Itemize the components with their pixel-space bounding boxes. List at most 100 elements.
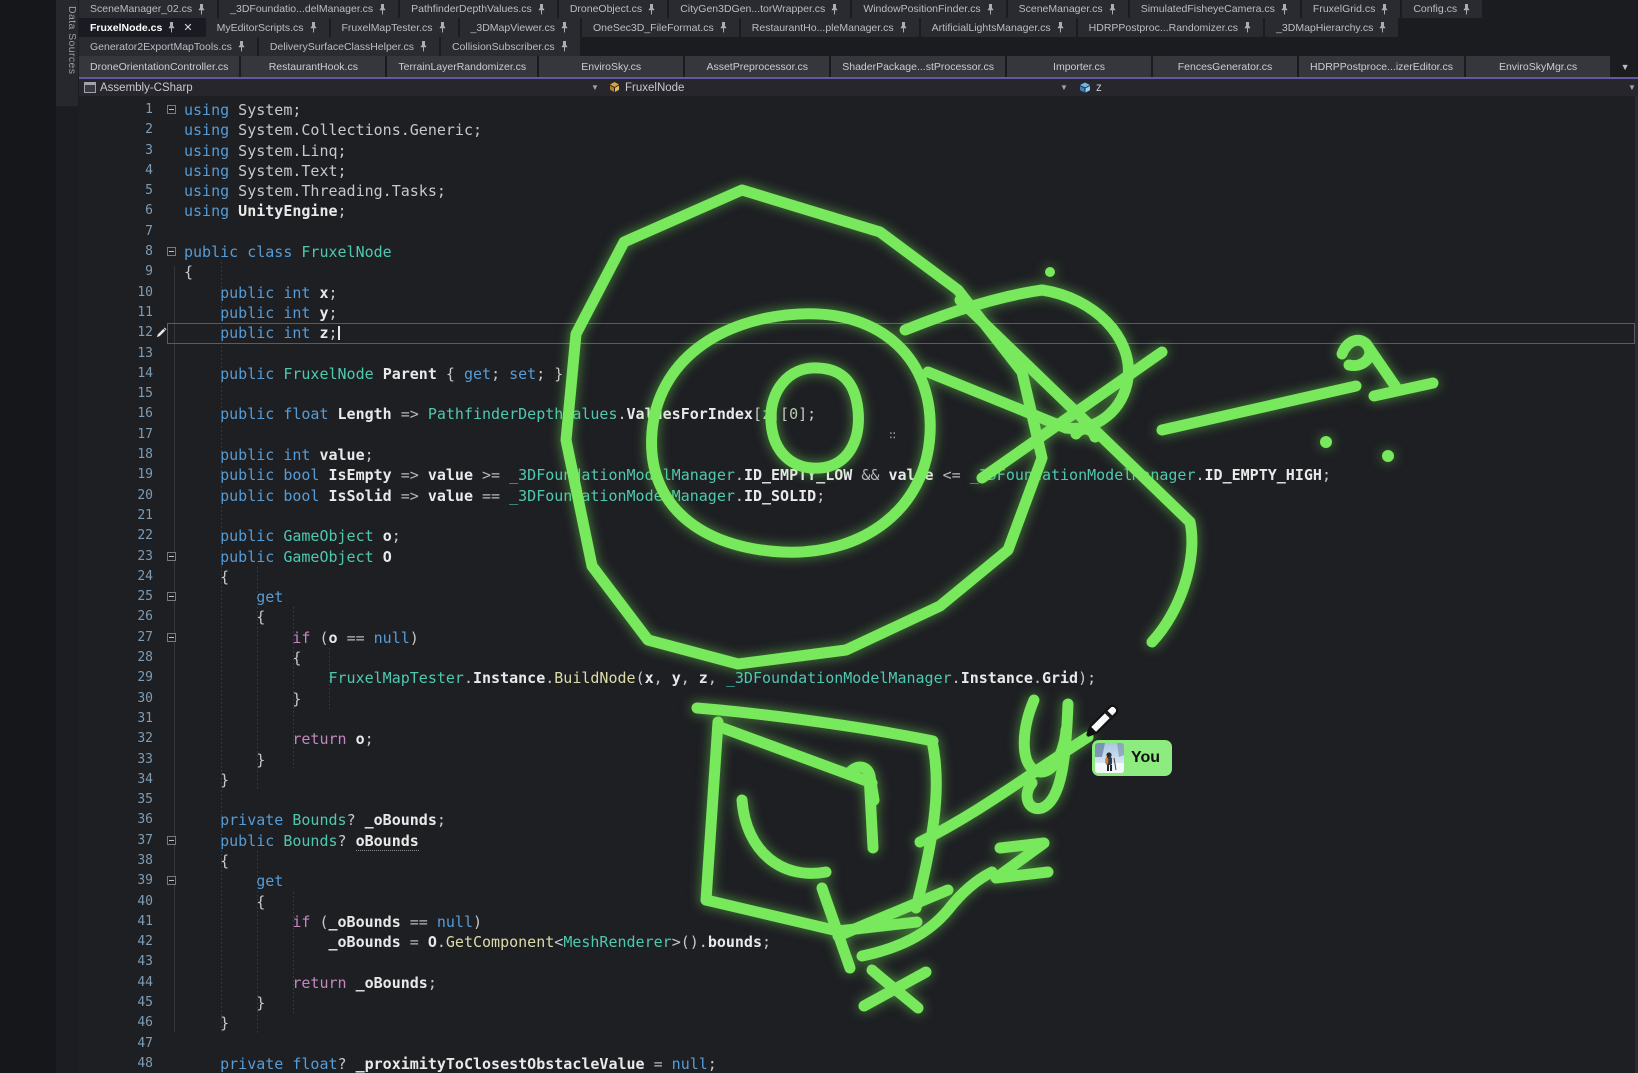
pin-icon[interactable] xyxy=(167,22,176,33)
close-icon[interactable]: ✕ xyxy=(183,21,192,34)
code-line: 41 if (_oBounds == null) xyxy=(79,912,1638,932)
pin-icon[interactable] xyxy=(830,4,839,15)
chevron-down-icon: ▼ xyxy=(591,83,599,92)
code-editor[interactable]: 1using System;2using System.Collections.… xyxy=(79,96,1638,1073)
type-dropdown[interactable]: FruxelNode xyxy=(608,79,684,96)
fold-marker[interactable] xyxy=(167,105,176,114)
pin-icon[interactable] xyxy=(647,4,656,15)
member-dropdown-caret[interactable]: ▼ xyxy=(1060,79,1068,96)
indent-guide xyxy=(257,851,258,1034)
code-line: 22 public GameObject o; xyxy=(79,526,1638,546)
document-tab[interactable]: FruxelGrid.cs xyxy=(1302,0,1400,18)
tab-label: Importer.cs xyxy=(1053,61,1105,73)
document-tab[interactable]: Importer.cs xyxy=(1007,56,1151,77)
document-tab[interactable]: FencesGenerator.cs xyxy=(1153,56,1297,77)
pin-icon[interactable] xyxy=(1108,4,1117,15)
pin-icon[interactable] xyxy=(237,41,246,52)
code-line: 4using System.Text; xyxy=(79,161,1638,181)
pin-icon[interactable] xyxy=(419,41,428,52)
document-tab[interactable]: EnviroSkyMgr.cs xyxy=(1466,56,1610,77)
document-tab[interactable]: FruxelNode.cs✕ xyxy=(79,18,204,37)
line-number: 47 xyxy=(79,1034,153,1054)
document-tab[interactable]: CityGen3DGen...torWrapper.cs xyxy=(669,0,850,18)
pin-icon[interactable] xyxy=(1378,22,1387,33)
document-tab[interactable]: DeliverySurfaceClassHelper.cs xyxy=(259,37,439,56)
document-tab[interactable]: DroneOrientationController.cs xyxy=(79,56,239,77)
tab-row-4: DroneOrientationController.csRestaurantH… xyxy=(79,56,1638,77)
document-tab[interactable]: _3DMapViewer.cs xyxy=(460,18,580,37)
document-tab[interactable]: TerrainLayerRandomizer.cs xyxy=(387,56,537,77)
document-tab[interactable]: OneSec3D_FileFormat.cs xyxy=(582,18,739,37)
code-line: 19 public bool IsEmpty => value >= _3DFo… xyxy=(79,465,1638,485)
pin-icon[interactable] xyxy=(986,4,995,15)
document-tab[interactable]: WindowPositionFinder.cs xyxy=(852,0,1005,18)
document-tab[interactable]: CollisionSubscriber.cs xyxy=(441,37,580,56)
pin-icon[interactable] xyxy=(560,41,569,52)
document-tab[interactable]: AssetPreprocessor.cs xyxy=(685,56,829,77)
chevron-down-icon: ▼ xyxy=(1628,83,1636,92)
pin-icon[interactable] xyxy=(1462,4,1471,15)
data-sources-tab[interactable]: Data Sources xyxy=(56,0,78,106)
pin-icon[interactable] xyxy=(438,22,447,33)
line-number: 7 xyxy=(79,222,153,242)
document-tab[interactable]: SceneManager.cs xyxy=(1008,0,1128,18)
pin-icon[interactable] xyxy=(719,22,728,33)
tab-label: FruxelMapTester.cs xyxy=(342,22,433,34)
pin-icon[interactable] xyxy=(1280,4,1289,15)
fold-marker[interactable] xyxy=(167,633,176,642)
fold-marker[interactable] xyxy=(167,552,176,561)
fold-marker[interactable] xyxy=(167,592,176,601)
inline-hint-glyph: ∷ xyxy=(889,428,896,442)
class-icon xyxy=(608,81,621,94)
document-tab[interactable]: _3DMapHierarchy.cs xyxy=(1265,18,1398,37)
tab-overflow-button[interactable]: ▼ xyxy=(1612,56,1638,77)
pin-icon[interactable] xyxy=(378,4,387,15)
document-tab[interactable]: HDRPPostproce...izerEditor.cs xyxy=(1299,56,1464,77)
pin-icon[interactable] xyxy=(899,22,908,33)
document-tab[interactable]: SceneManager_02.cs xyxy=(79,0,217,18)
line-number: 15 xyxy=(79,384,153,404)
document-tab[interactable]: MyEditorScripts.cs xyxy=(206,18,329,37)
line-number: 9 xyxy=(79,262,153,282)
fold-marker[interactable] xyxy=(167,836,176,845)
pin-icon[interactable] xyxy=(197,4,206,15)
pin-icon[interactable] xyxy=(537,4,546,15)
line-number: 13 xyxy=(79,344,153,364)
fold-marker[interactable] xyxy=(167,247,176,256)
tab-label: _3DMapViewer.cs xyxy=(471,22,555,34)
line-number: 22 xyxy=(79,526,153,546)
pin-icon[interactable] xyxy=(1056,22,1065,33)
code-line: 33 } xyxy=(79,750,1638,770)
pin-icon[interactable] xyxy=(309,22,318,33)
document-tab[interactable]: HDRPPostproc...Randomizer.cs xyxy=(1078,18,1263,37)
line-number: 23 xyxy=(79,547,153,567)
code-line: 15 xyxy=(79,384,1638,404)
document-tab[interactable]: ArtificialLightsManager.cs xyxy=(921,18,1076,37)
tab-label: FencesGenerator.cs xyxy=(1178,61,1273,73)
document-tab[interactable]: RestaurantHook.cs xyxy=(241,56,385,77)
line-number: 20 xyxy=(79,486,153,506)
document-tab[interactable]: _3DFoundatio...delManager.cs xyxy=(219,0,398,18)
document-tab[interactable]: RestaurantHo...pleManager.cs xyxy=(741,18,919,37)
navbar-overflow-caret[interactable]: ▼ xyxy=(1628,79,1636,96)
code-line: 5using System.Threading.Tasks; xyxy=(79,181,1638,201)
document-tab[interactable]: EnviroSky.cs xyxy=(539,56,683,77)
tab-label: ArtificialLightsManager.cs xyxy=(932,22,1051,34)
project-dropdown[interactable]: Assembly-CSharp xyxy=(84,79,193,96)
document-tab[interactable]: ShaderPackage...stProcessor.cs xyxy=(831,56,1005,77)
document-tab[interactable]: Config.cs xyxy=(1402,0,1482,18)
document-tab[interactable]: PathfinderDepthValues.cs xyxy=(400,0,557,18)
pin-icon[interactable] xyxy=(1380,4,1389,15)
pin-icon[interactable] xyxy=(1243,22,1252,33)
line-number: 37 xyxy=(79,831,153,851)
project-dropdown-caret[interactable]: ▼ xyxy=(591,79,599,96)
document-tab[interactable]: Generator2ExportMapTools.cs xyxy=(79,37,257,56)
pin-icon[interactable] xyxy=(560,22,569,33)
document-tab[interactable]: DroneObject.cs xyxy=(559,0,667,18)
document-tab[interactable]: FruxelMapTester.cs xyxy=(331,18,458,37)
fold-marker[interactable] xyxy=(167,876,176,885)
tab-label: HDRPPostproce...izerEditor.cs xyxy=(1310,61,1453,73)
document-tab[interactable]: SimulatedFisheyeCamera.cs xyxy=(1130,0,1300,18)
member-dropdown[interactable]: z xyxy=(1078,79,1102,96)
tab-label: _3DMapHierarchy.cs xyxy=(1276,22,1373,34)
